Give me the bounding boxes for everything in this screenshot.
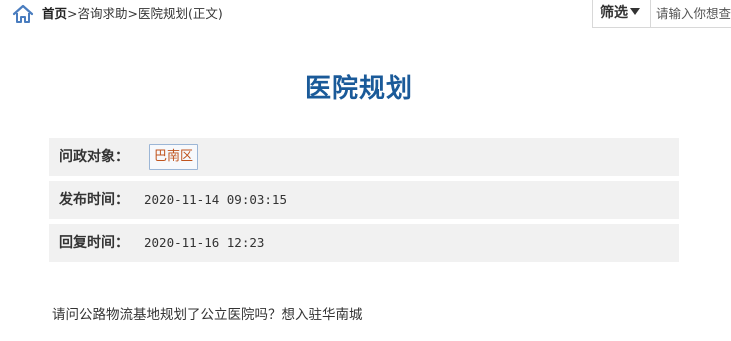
target-label: 问政对象： xyxy=(59,149,129,165)
breadcrumb-separator: > xyxy=(127,6,138,21)
filter-search-box: 筛选 xyxy=(592,0,731,28)
reply-time-label: 回复时间： xyxy=(59,235,129,251)
top-bar: 首页>咨询求助>医院规划(正文) 筛选 xyxy=(0,0,731,28)
page-title: 医院规划 xyxy=(304,74,413,104)
info-row-reply-time: 回复时间： 2020-11-16 12:23 xyxy=(49,224,679,262)
filter-button[interactable]: 筛选 xyxy=(593,0,651,27)
breadcrumb-section-link[interactable]: 咨询求助 xyxy=(78,6,128,21)
breadcrumb-separator: > xyxy=(67,6,78,21)
info-row-target: 问政对象： 巴南区 xyxy=(49,138,679,176)
publish-time-label: 发布时间： xyxy=(59,192,129,208)
filter-label: 筛选 xyxy=(600,5,628,21)
search-input[interactable] xyxy=(652,1,731,26)
question-content: 请问公路物流基地规划了公立医院吗？想入驻华南城 xyxy=(52,307,363,323)
info-row-publish-time: 发布时间： 2020-11-14 09:03:15 xyxy=(49,181,679,219)
caret-down-icon xyxy=(630,8,640,15)
breadcrumb-home-link[interactable]: 首页 xyxy=(42,6,67,21)
breadcrumb: 首页>咨询求助>医院规划(正文) xyxy=(42,6,223,22)
publish-time-value: 2020-11-14 09:03:15 xyxy=(144,192,287,207)
reply-time-value: 2020-11-16 12:23 xyxy=(144,235,265,250)
breadcrumb-current: 医院规划(正文) xyxy=(138,6,223,21)
home-icon[interactable] xyxy=(12,4,34,24)
department-tag[interactable]: 巴南区 xyxy=(149,144,199,170)
